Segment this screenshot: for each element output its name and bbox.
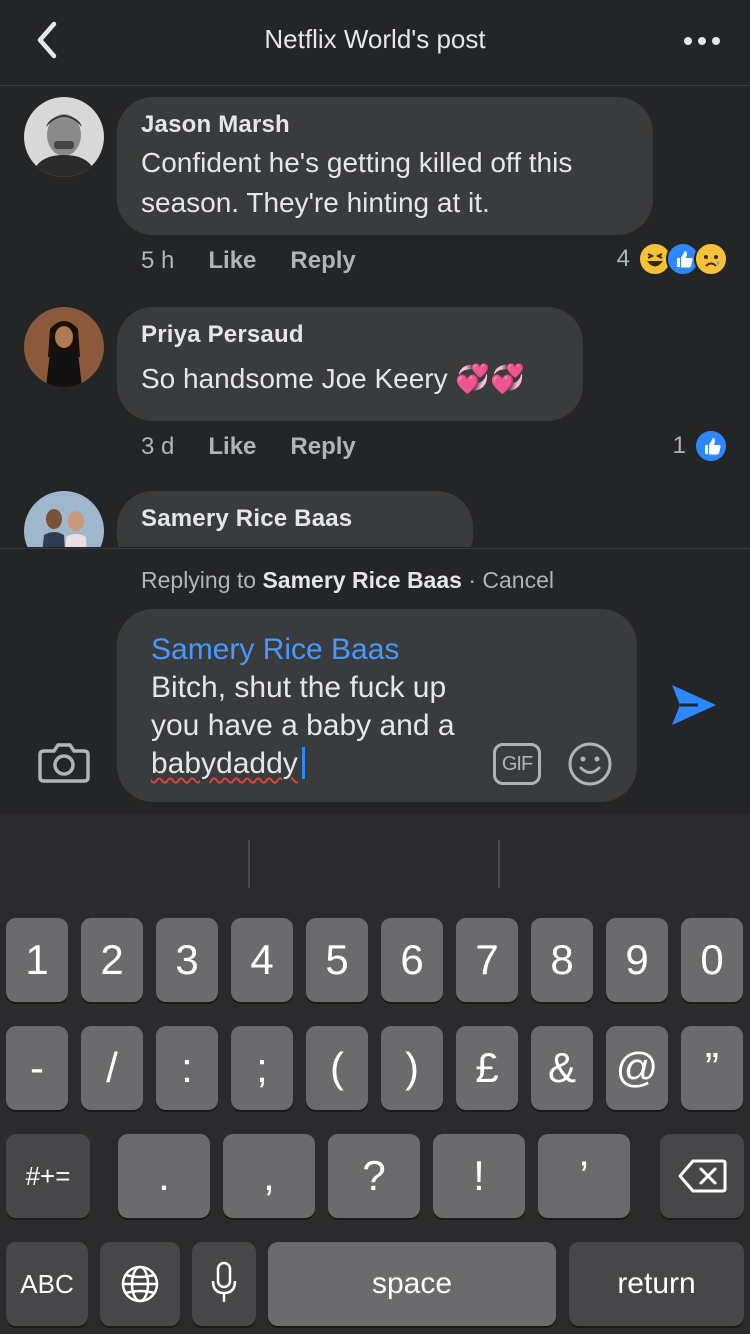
key-1[interactable]: 1 [6, 918, 68, 1002]
ellipsis-icon [684, 37, 720, 45]
backspace-icon [678, 1159, 727, 1193]
replying-target: Samery Rice Baas [262, 567, 462, 593]
cancel-reply-button[interactable]: · Cancel [468, 567, 554, 593]
key-2[interactable]: 2 [81, 918, 143, 1002]
key-period[interactable]: . [118, 1134, 210, 1218]
input-text-line: you have a baby and a [151, 709, 455, 742]
emoji-button[interactable] [567, 741, 613, 787]
key-return[interactable]: return [569, 1242, 744, 1326]
reaction-count: 4 [616, 245, 630, 272]
like-button[interactable]: Like [208, 247, 256, 275]
globe-icon [121, 1265, 159, 1303]
suggestion-divider [498, 840, 500, 888]
key-ampersand[interactable]: & [531, 1026, 593, 1110]
key-symbols-toggle[interactable]: #+= [6, 1134, 90, 1218]
gif-button[interactable]: GIF [493, 743, 541, 785]
key-open-paren[interactable]: ( [306, 1026, 368, 1110]
comment-bubble[interactable]: Samery Rice Baas [117, 491, 473, 547]
avatar[interactable] [24, 307, 104, 387]
reply-button[interactable]: Reply [290, 433, 355, 461]
key-close-paren[interactable]: ) [381, 1026, 443, 1110]
more-options-button[interactable] [680, 26, 724, 56]
system-keyboard: 1 2 3 4 5 6 7 8 9 0 - / : ; ( ) £ & @ ” … [0, 814, 750, 1334]
like-icon [694, 429, 728, 463]
key-abc[interactable]: ABC [6, 1242, 88, 1326]
key-comma[interactable]: , [223, 1134, 315, 1218]
comment-actions: 5 h Like Reply [141, 247, 356, 275]
header-bar: Netflix World's post [0, 0, 750, 86]
send-button[interactable] [668, 681, 720, 729]
key-4[interactable]: 4 [231, 918, 293, 1002]
comment-text-line: season. They're hinting at it. [141, 187, 490, 218]
key-slash[interactable]: / [81, 1026, 143, 1110]
key-at[interactable]: @ [606, 1026, 668, 1110]
suggestion-divider [248, 840, 250, 888]
camera-button[interactable] [38, 739, 90, 785]
reaction-summary[interactable]: 1 [673, 429, 728, 463]
comment-author[interactable]: Samery Rice Baas [141, 505, 449, 533]
page-title: Netflix World's post [264, 24, 486, 54]
replying-prefix: Replying to [141, 567, 257, 593]
comment-author[interactable]: Jason Marsh [141, 111, 629, 139]
comment-text-line: Confident he's getting killed off this [141, 147, 573, 178]
camera-icon [38, 743, 90, 783]
smiley-icon [568, 742, 612, 786]
avatar[interactable] [24, 97, 104, 177]
key-8[interactable]: 8 [531, 918, 593, 1002]
key-hyphen[interactable]: - [6, 1026, 68, 1110]
key-7[interactable]: 7 [456, 918, 518, 1002]
avatar[interactable] [24, 491, 104, 547]
send-icon [672, 685, 716, 725]
like-button[interactable]: Like [208, 433, 256, 461]
misspelled-word[interactable]: babydaddy [151, 747, 298, 780]
comment-time: 5 h [141, 247, 175, 274]
key-backspace[interactable] [660, 1134, 744, 1218]
comment-bubble[interactable]: Jason Marsh Confident he's getting kille… [117, 97, 653, 235]
reaction-count: 1 [672, 432, 686, 459]
comment-text: So handsome Joe Keery 💞💞 [141, 363, 526, 394]
input-text-line: Bitch, shut the fuck up [151, 671, 447, 704]
comment-author[interactable]: Priya Persaud [141, 321, 559, 349]
key-question[interactable]: ? [328, 1134, 420, 1218]
comment-time: 3 d [141, 433, 175, 460]
key-semicolon[interactable]: ; [231, 1026, 293, 1110]
text-cursor [301, 747, 305, 779]
comment-input[interactable]: Samery Rice Baas Bitch, shut the fuck up… [117, 609, 637, 802]
key-5[interactable]: 5 [306, 918, 368, 1002]
reply-composer: Replying to Samery Rice Baas · Cancel Sa… [0, 548, 750, 814]
key-0[interactable]: 0 [681, 918, 743, 1002]
key-6[interactable]: 6 [381, 918, 443, 1002]
comment-actions: 3 d Like Reply [141, 433, 356, 461]
key-colon[interactable]: : [156, 1026, 218, 1110]
key-apostrophe[interactable]: ’ [538, 1134, 630, 1218]
reaction-summary[interactable]: 4 [617, 242, 728, 276]
key-space[interactable]: space [268, 1242, 556, 1326]
comment-bubble[interactable]: Priya Persaud So handsome Joe Keery 💞💞 [117, 307, 583, 421]
key-quote[interactable]: ” [681, 1026, 743, 1110]
input-text-line: babydaddy [151, 745, 491, 783]
key-globe[interactable] [100, 1242, 180, 1326]
microphone-icon [211, 1261, 237, 1302]
key-3[interactable]: 3 [156, 918, 218, 1002]
key-pound[interactable]: £ [456, 1026, 518, 1110]
key-dictation[interactable] [192, 1242, 256, 1326]
sad-emoji-icon [694, 242, 728, 276]
mention-tag: Samery Rice Baas [151, 633, 400, 666]
key-exclamation[interactable]: ! [433, 1134, 525, 1218]
comments-list: Jason Marsh Confident he's getting kille… [0, 87, 750, 547]
reply-button[interactable]: Reply [290, 247, 355, 275]
replying-to-banner: Replying to Samery Rice Baas · Cancel [141, 567, 554, 594]
key-9[interactable]: 9 [606, 918, 668, 1002]
